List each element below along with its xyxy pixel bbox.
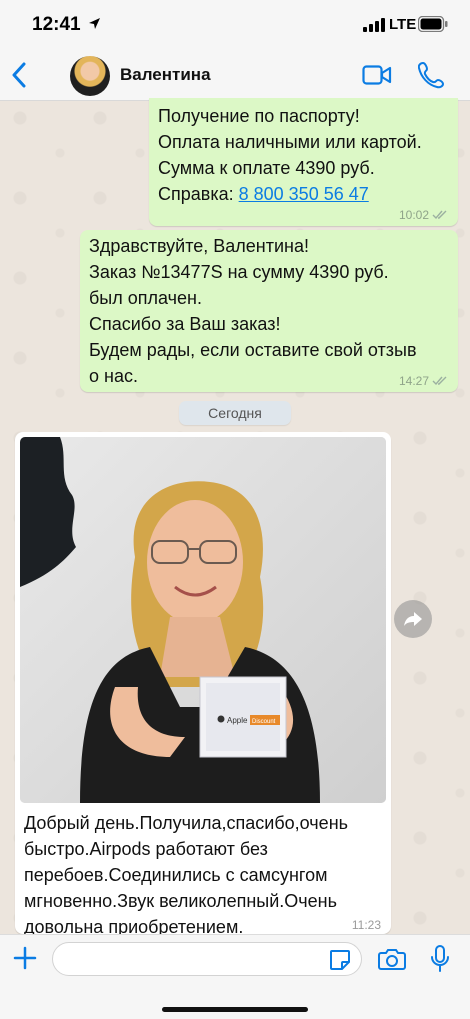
share-icon (404, 612, 422, 626)
share-button[interactable] (394, 600, 432, 638)
double-check-icon (432, 210, 447, 220)
microphone-icon[interactable] (430, 944, 450, 974)
incoming-photo-message[interactable]: Apple Discount Добрый день.Получила,спас… (15, 432, 391, 934)
message-text: Получение по паспорту! Оплата наличными … (158, 106, 422, 204)
outgoing-message[interactable]: Получение по паспорту! Оплата наличными … (149, 98, 458, 226)
signal-icon (363, 18, 385, 32)
message-input[interactable] (52, 942, 362, 976)
message-input-bar (0, 934, 470, 1019)
phone-link[interactable]: 8 800 350 56 47 (239, 184, 369, 204)
back-chevron-icon[interactable] (10, 62, 28, 88)
message-meta: 14:27 (399, 374, 448, 388)
box-label: Apple (227, 716, 248, 725)
message-time: 14:27 (398, 374, 429, 388)
double-check-icon (432, 376, 447, 386)
avatar[interactable] (70, 56, 110, 96)
message-time: 10:02 (398, 208, 429, 222)
photo[interactable]: Apple Discount (20, 437, 386, 803)
chat-header: Валентина (0, 50, 470, 101)
message-meta: 10:02 (399, 208, 448, 222)
photo-caption: Добрый день.Получила,спасибо,очень быстр… (24, 813, 349, 934)
video-call-icon[interactable] (362, 64, 392, 86)
message-time: 11:23 (351, 918, 381, 932)
contact-name[interactable]: Валентина (120, 65, 211, 85)
box-badge: Discount (252, 719, 276, 725)
status-bar: 12:41 LTE (0, 0, 470, 50)
message-text: Здравствуйте, Валентина! Заказ №13477S н… (89, 236, 417, 386)
battery-icon (418, 16, 448, 32)
outgoing-message[interactable]: Здравствуйте, Валентина! Заказ №13477S н… (80, 230, 458, 392)
date-separator: Сегодня (179, 401, 291, 425)
apple-logo-icon (217, 715, 225, 723)
camera-icon[interactable] (378, 947, 406, 971)
photo-illustration: Apple Discount (20, 437, 386, 803)
status-time: 12:41 (32, 14, 81, 35)
location-arrow-icon (89, 18, 100, 29)
phone-icon[interactable] (418, 61, 444, 89)
sticker-icon[interactable] (328, 948, 352, 972)
plus-icon[interactable] (12, 945, 38, 971)
home-indicator (162, 1007, 308, 1012)
network-type: LTE (389, 16, 417, 33)
